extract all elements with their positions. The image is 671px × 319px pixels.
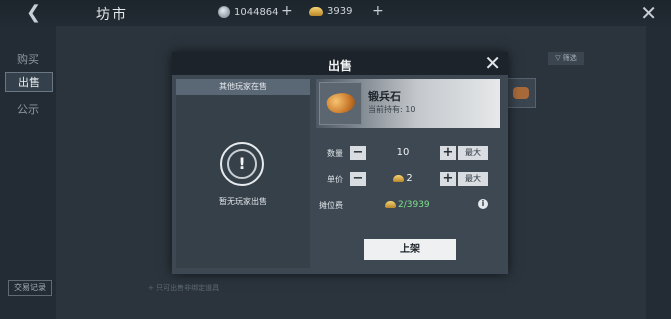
empty-state-text: 暂无玩家出售 xyxy=(219,197,267,206)
forging-stone-icon xyxy=(324,89,358,117)
dialog-header: 出售 ✕ xyxy=(172,52,508,75)
price-plus-button[interactable]: + xyxy=(440,172,456,186)
close-icon[interactable]: ✕ xyxy=(484,52,501,74)
item-card: 锻兵石 当前持有: 10 xyxy=(316,79,500,128)
gold-ingot-icon xyxy=(393,174,405,182)
item-thumbnail-icon xyxy=(513,87,529,99)
price-value: 2 xyxy=(406,173,413,184)
quantity-minus-button[interactable]: − xyxy=(350,146,366,160)
other-sellers-panel: 其他玩家在售 ! 暂无玩家出售 xyxy=(176,79,310,268)
stall-fee-value: 2/3939 xyxy=(385,200,430,210)
price-label: 单价 xyxy=(327,175,343,184)
silver-amount: 1044864 xyxy=(234,6,279,18)
gold-currency: 3939 xyxy=(309,6,352,17)
dialog-title: 出售 xyxy=(327,59,352,73)
gold-ingot-icon xyxy=(309,7,323,16)
price-minus-button[interactable]: − xyxy=(350,172,366,186)
quantity-plus-button[interactable]: + xyxy=(440,146,456,160)
back-button[interactable]: ❮ xyxy=(26,2,41,23)
add-gold-button[interactable]: + xyxy=(372,3,384,19)
other-sellers-header: 其他玩家在售 xyxy=(176,79,310,95)
gold-amount: 3939 xyxy=(327,6,353,17)
silver-currency: 1044864 xyxy=(218,6,279,18)
quantity-value[interactable]: 10 xyxy=(368,147,438,158)
exclamation-icon: ! xyxy=(220,142,264,186)
stall-fee-amount: 2/3939 xyxy=(398,200,430,210)
add-silver-button[interactable]: + xyxy=(281,3,293,19)
list-for-sale-button[interactable]: 上架 xyxy=(364,239,456,260)
quantity-label: 数量 xyxy=(327,149,343,158)
quantity-max-button[interactable]: 最大 xyxy=(458,146,488,160)
inventory-item-slot[interactable] xyxy=(506,78,536,108)
item-holding-count: 当前持有: 10 xyxy=(368,105,416,114)
exclamation-mark: ! xyxy=(227,149,257,179)
price-value-field[interactable]: 2 xyxy=(368,173,438,184)
trade-history-button[interactable]: 交易记录 xyxy=(8,280,52,296)
item-name: 锻兵石 xyxy=(368,90,401,103)
sidebar-item-buy[interactable]: 购买 xyxy=(8,50,48,70)
sell-dialog: 出售 ✕ 其他玩家在售 ! 暂无玩家出售 锻兵石 当前持有: 10 数量 − 1… xyxy=(172,52,508,274)
page-title: 坊市 xyxy=(96,7,128,23)
stall-fee-label: 摊位费 xyxy=(319,201,343,210)
filter-button[interactable]: ▽ 筛选 xyxy=(548,52,584,65)
price-max-button[interactable]: 最大 xyxy=(458,172,488,186)
top-bar: ❮ 坊市 1044864 + 3939 + ✕ xyxy=(0,0,671,26)
silver-coin-icon xyxy=(218,6,230,18)
sell-hint-text: + 只可出售非绑定道具 xyxy=(148,284,220,292)
info-icon[interactable]: i xyxy=(478,199,488,209)
close-market-button[interactable]: ✕ xyxy=(640,1,657,25)
gold-ingot-icon xyxy=(385,201,396,208)
item-icon-frame xyxy=(319,82,362,125)
sidebar-item-notice[interactable]: 公示 xyxy=(8,100,48,120)
sidebar-item-sell[interactable]: 出售 xyxy=(5,72,53,92)
